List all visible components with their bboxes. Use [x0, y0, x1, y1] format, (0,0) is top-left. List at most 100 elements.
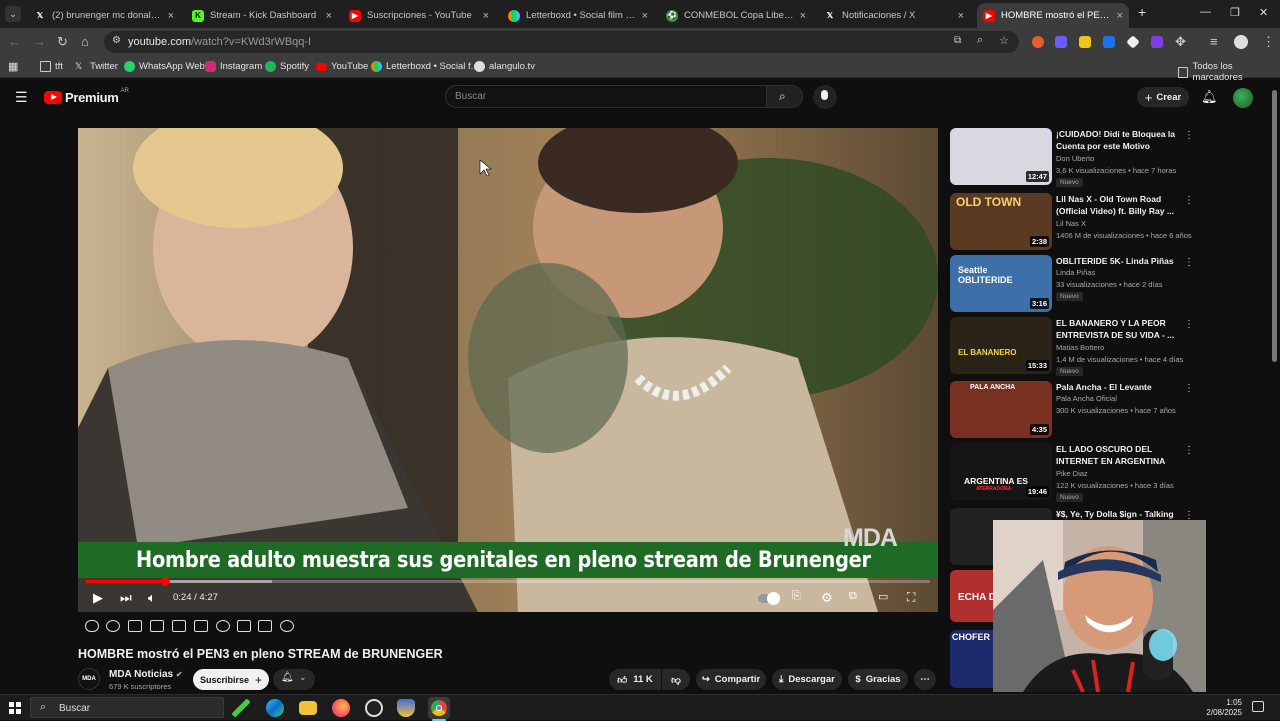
audio-icon[interactable] [106, 620, 120, 632]
miniplayer-icon[interactable]: ⧉ [849, 590, 857, 603]
browser-tab[interactable]: Letterboxd • Social film discove × [502, 3, 654, 28]
chrome-browser-icon[interactable] [428, 697, 450, 719]
notification-settings-button[interactable]: 🔔︎ ⌄ [273, 669, 315, 690]
more-options-icon[interactable]: ⋮ [1184, 195, 1194, 206]
close-window-button[interactable]: ✕ [1259, 6, 1268, 19]
reading-list-icon[interactable]: ≡ [1210, 34, 1218, 50]
play-button[interactable]: ▶ [93, 590, 103, 606]
close-tab-icon[interactable]: × [168, 10, 174, 22]
channel-name[interactable]: MDA Noticias ✔ [109, 669, 183, 680]
site-info-icon[interactable]: ⚙ [112, 35, 121, 46]
browser-tab-active[interactable]: ▶ HOMBRE mostró el PEN3 en pl × [977, 3, 1129, 28]
voice-search-button[interactable] [813, 85, 837, 109]
subscribe-button[interactable]: Suscribirse + [193, 669, 269, 690]
reload-icon[interactable]: ↻ [57, 34, 68, 50]
video-thumbnail[interactable]: OLD TOWN 2:38 [950, 193, 1052, 250]
extensions-puzzle-icon[interactable]: ✥ [1175, 34, 1186, 50]
playlist-icon[interactable] [128, 620, 142, 632]
video-player[interactable]: Hombre adulto muestra sus genitales en p… [78, 128, 938, 612]
new-tab-button[interactable]: + [1138, 4, 1146, 20]
bookmark-item[interactable]: Spotify [265, 61, 309, 72]
download-button[interactable]: ⤓ Descargar [772, 669, 842, 690]
edge-browser-icon[interactable] [266, 699, 284, 717]
browser-tab[interactable]: 𝕏 (2) brunenger mc donalds - Bu × [28, 3, 180, 28]
loop-icon[interactable] [85, 620, 99, 632]
recommended-video[interactable]: ARGENTINA ES ATERRADORA 19:46 EL LADO OSCU… [950, 443, 1195, 503]
page-scrollbar[interactable] [1272, 90, 1277, 362]
profile-avatar[interactable] [1234, 35, 1248, 49]
more-options-icon[interactable]: ⋮ [1184, 445, 1194, 456]
more-actions-button[interactable]: ⋯ [914, 669, 936, 690]
autoplay-toggle[interactable] [758, 592, 780, 605]
video-thumbnail[interactable]: Seattle OBLITERIDE 3:16 [950, 255, 1052, 312]
video-thumbnail[interactable]: 12:47 [950, 128, 1052, 185]
back-icon[interactable]: ← [8, 34, 21, 50]
browser-tab[interactable]: K Stream - Kick Dashboard × [186, 3, 338, 28]
more-options-icon[interactable]: ⋮ [1184, 257, 1194, 268]
recommended-video[interactable]: Seattle OBLITERIDE 3:16 OBLITERIDE 5K- Li… [950, 255, 1195, 315]
restore-button[interactable]: ❐ [1230, 6, 1240, 19]
browser-tab[interactable]: ▶ Suscripciones - YouTube × [343, 3, 495, 28]
next-button[interactable]: ⏭ [120, 590, 132, 606]
chrome-menu-icon[interactable]: ⋮ [1262, 34, 1275, 50]
minimize-button[interactable]: — [1200, 6, 1211, 18]
settings-gear-icon[interactable]: ⚙ [821, 590, 833, 606]
extension-icon[interactable] [1079, 36, 1091, 48]
browser-tab[interactable]: ⚽ CONMEBOL Copa Libertadores × [660, 3, 812, 28]
bookmark-item[interactable]: tft [40, 61, 63, 72]
picture-in-picture-icon[interactable] [237, 620, 251, 632]
close-tab-icon[interactable]: × [800, 10, 806, 22]
close-tab-icon[interactable]: × [483, 10, 489, 22]
address-bar[interactable]: ⚙ youtube.com/watch?v=KWd3rWBqq-I ⧉ ⌕ ☆ [104, 31, 1019, 53]
extension-icon[interactable] [1151, 36, 1163, 48]
video-thumbnail[interactable]: ARGENTINA ES ATERRADORA 19:46 [950, 443, 1052, 500]
close-tab-icon[interactable]: × [1117, 10, 1123, 22]
extension-icon[interactable] [1032, 36, 1044, 48]
bookmark-item[interactable]: YouTube [316, 61, 368, 72]
like-button[interactable]: 👍︎ 11 K [609, 669, 661, 690]
extension-icon[interactable] [1103, 36, 1115, 48]
filmstrip-icon[interactable] [194, 620, 208, 632]
bookmark-item[interactable]: Letterboxd • Social f... [371, 61, 479, 72]
more-options-icon[interactable]: ⋮ [1184, 130, 1194, 141]
more-options-icon[interactable]: ⋮ [1184, 383, 1194, 394]
file-explorer-icon[interactable] [299, 701, 317, 715]
channel-avatar[interactable]: MDA [78, 668, 100, 690]
calendar-icon[interactable] [150, 620, 164, 632]
bookmark-item[interactable]: 𝕏 Twitter [75, 61, 118, 72]
youtube-premium-logo[interactable]: Premium AR [44, 88, 129, 105]
progress-bar[interactable] [86, 577, 930, 586]
close-tab-icon[interactable]: × [326, 10, 332, 22]
aspect-ratio-icon[interactable] [172, 620, 186, 632]
recommended-video[interactable]: OLD TOWN 2:38 Lil Nas X - Old Town Road (… [950, 193, 1195, 253]
zoom-icon[interactable]: ⌕ [977, 34, 983, 47]
close-tab-icon[interactable]: × [642, 10, 648, 22]
video-thumbnail[interactable]: PALA ANCHA 4:35 [950, 381, 1052, 438]
search-button[interactable]: ⌕ [766, 85, 803, 108]
fullscreen-icon[interactable]: ⛶ [907, 590, 915, 605]
dislike-button[interactable]: 👎︎ [662, 669, 690, 690]
recommended-video[interactable]: 12:47 ¡CUIDADO! Didi te Bloquea la Cuent… [950, 128, 1195, 188]
home-icon[interactable]: ⌂ [81, 34, 89, 50]
notification-center-icon[interactable] [1252, 701, 1264, 712]
search-input[interactable]: Buscar [445, 85, 767, 108]
close-tab-icon[interactable]: × [958, 10, 964, 22]
bookmark-item[interactable]: Instagram [205, 61, 262, 72]
notifications-bell-icon[interactable]: 🔔︎ [1201, 89, 1218, 105]
windows-start-icon[interactable] [9, 702, 21, 714]
tab-search-button[interactable]: ⌄ [5, 6, 21, 22]
extension-icon[interactable] [1126, 35, 1140, 49]
create-button[interactable]: + Crear [1137, 87, 1189, 107]
app-shield-icon[interactable] [397, 699, 415, 717]
theater-mode-icon[interactable]: ▭ [878, 590, 888, 603]
forward-icon[interactable]: → [33, 34, 46, 50]
hamburger-menu-icon[interactable]: ☰ [15, 89, 28, 106]
recommended-video[interactable]: PALA ANCHA 4:35 Pala Ancha - El Levante P… [950, 381, 1195, 441]
recommended-thumbnail-partial[interactable]: CHOFER [950, 630, 994, 688]
volume-icon[interactable]: 🔈︎ [148, 590, 156, 606]
browser-tab[interactable]: 𝕏 Notificaciones / X × [818, 3, 970, 28]
speed-icon[interactable] [216, 620, 230, 632]
recommended-video[interactable]: EL BANANERO 15:33 EL BANANERO Y LA PEOR E… [950, 317, 1195, 377]
recommended-thumbnail-partial[interactable]: ECHA DE UN [950, 570, 994, 622]
apps-grid-icon[interactable]: ▦ [8, 60, 18, 73]
